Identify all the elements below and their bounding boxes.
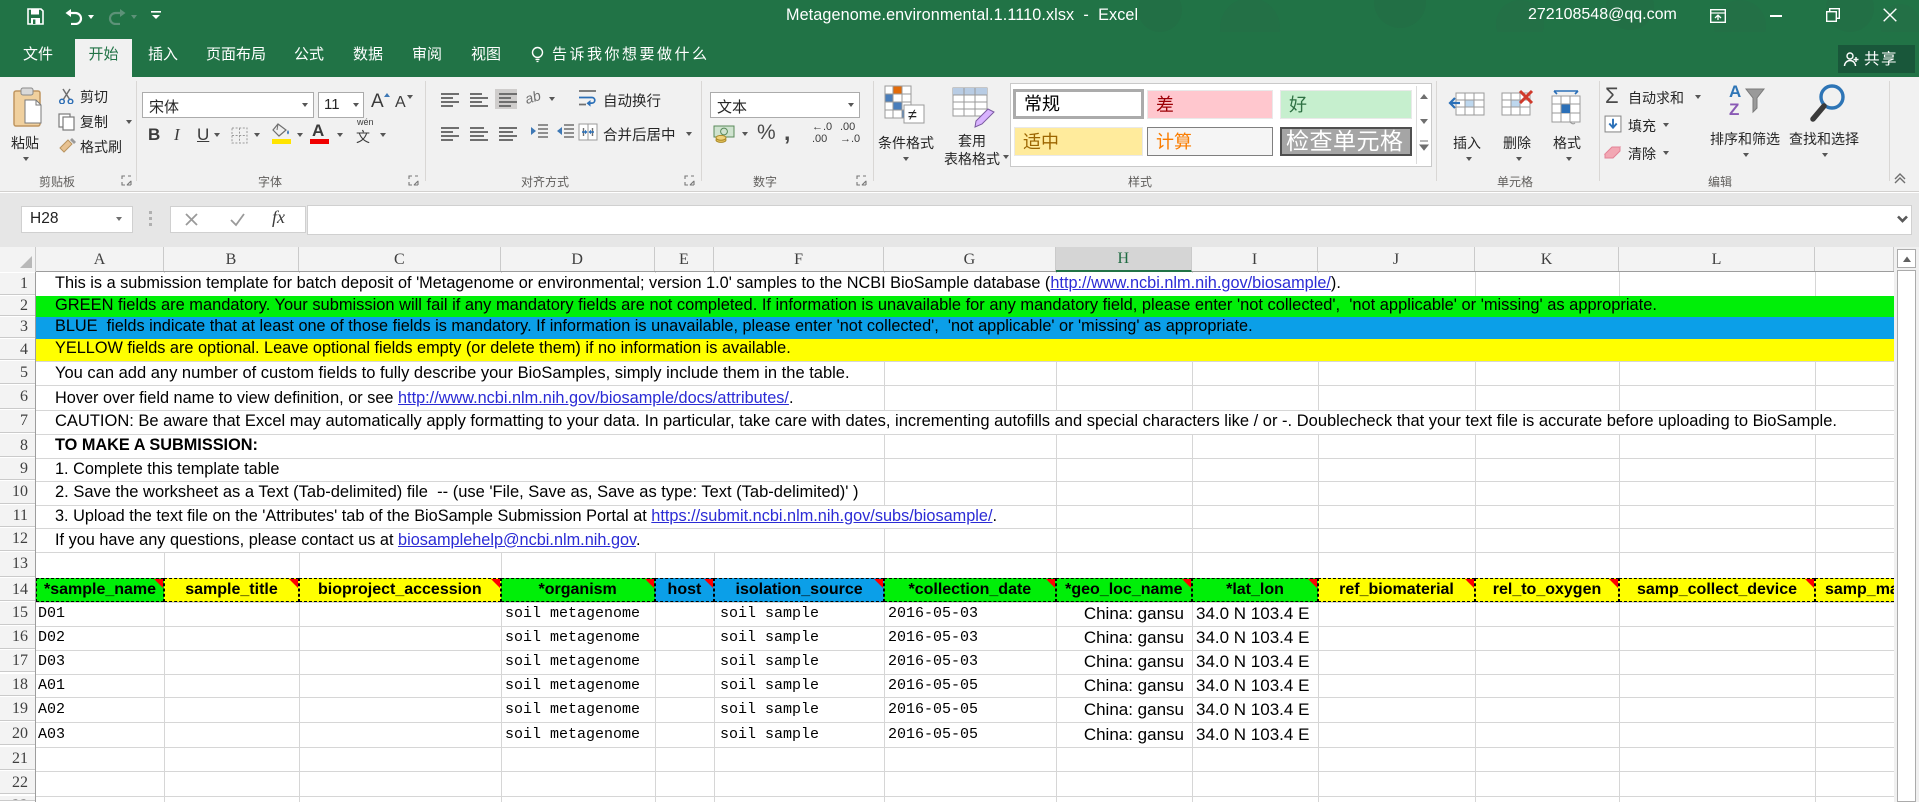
svg-text:≠: ≠ xyxy=(908,107,917,124)
